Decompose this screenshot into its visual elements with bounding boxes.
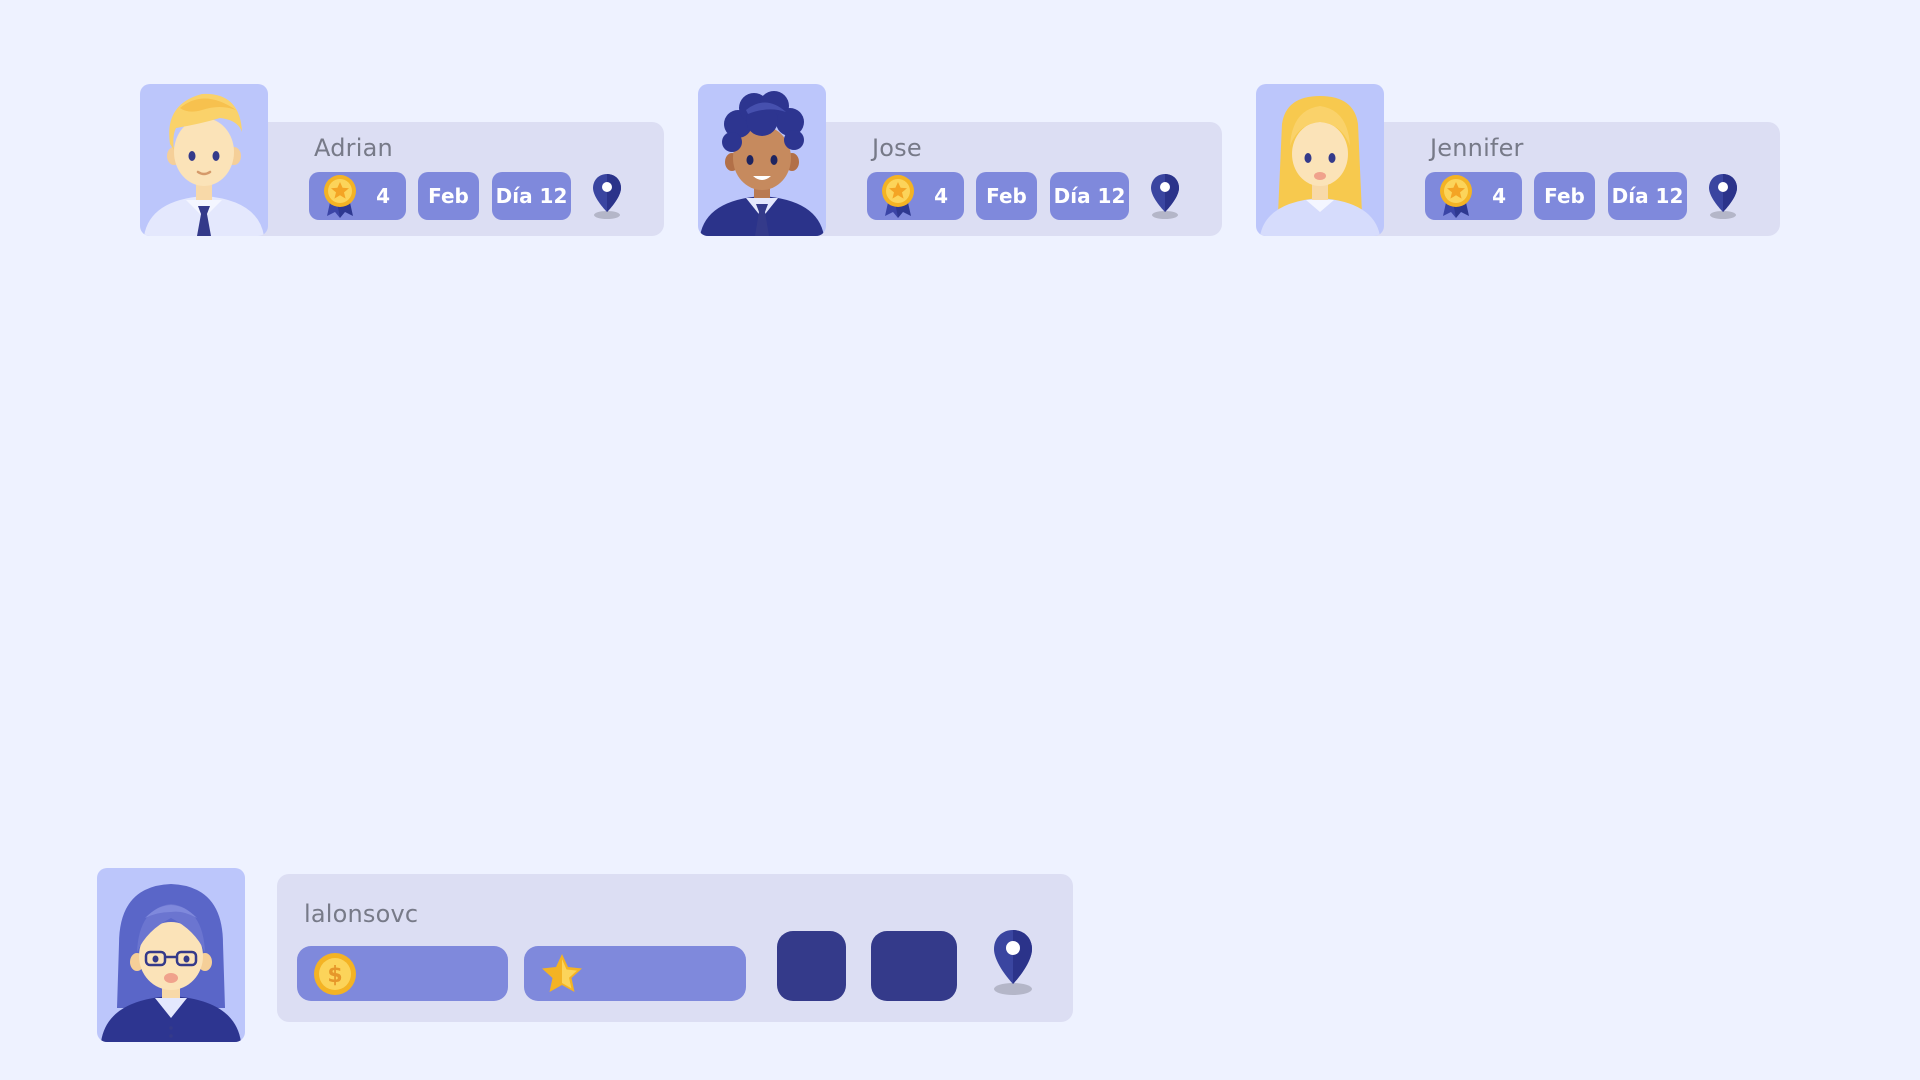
location-pin-icon[interactable] bbox=[992, 928, 1034, 996]
action-button-2[interactable] bbox=[871, 931, 957, 1001]
svg-text:$: $ bbox=[327, 963, 342, 988]
user-card-jose[interactable]: Jose 4 Feb Día 12 bbox=[698, 84, 1222, 236]
location-pin-icon[interactable] bbox=[591, 172, 623, 220]
gold-medal-icon bbox=[1440, 175, 1472, 218]
user-card-jennifer[interactable]: Jennifer 4 Feb Día 12 bbox=[1256, 84, 1780, 236]
action-button-1[interactable] bbox=[777, 931, 846, 1001]
day-chip[interactable]: Día 12 bbox=[1608, 172, 1687, 220]
avatar bbox=[1256, 84, 1384, 236]
star-icon bbox=[542, 954, 582, 992]
avatar bbox=[97, 868, 245, 1042]
gold-medal-icon bbox=[324, 175, 356, 218]
coins-bar[interactable]: $ bbox=[297, 946, 508, 1001]
user-card-adrian[interactable]: Adrian 4 Feb Día 12 bbox=[140, 84, 664, 236]
month-chip[interactable]: Feb bbox=[976, 172, 1037, 220]
avatar bbox=[140, 84, 268, 236]
location-pin-icon[interactable] bbox=[1149, 172, 1181, 220]
gold-medal-icon bbox=[882, 175, 914, 218]
month-chip[interactable]: Feb bbox=[418, 172, 479, 220]
medal-count-chip[interactable]: 4 bbox=[867, 172, 964, 220]
profile-card: lalonsovc $ bbox=[97, 868, 1073, 1042]
medal-count: 4 bbox=[934, 184, 948, 208]
medal-count: 4 bbox=[376, 184, 390, 208]
medal-count-chip[interactable]: 4 bbox=[1425, 172, 1522, 220]
profile-username: lalonsovc bbox=[304, 900, 419, 928]
dollar-coin-icon: $ bbox=[314, 953, 356, 995]
medal-count-chip[interactable]: 4 bbox=[309, 172, 406, 220]
avatar bbox=[698, 84, 826, 236]
user-name: Adrian bbox=[314, 134, 393, 162]
day-chip[interactable]: Día 12 bbox=[492, 172, 571, 220]
medal-count: 4 bbox=[1492, 184, 1506, 208]
user-name: Jose bbox=[872, 134, 922, 162]
stars-bar[interactable] bbox=[524, 946, 746, 1001]
location-pin-icon[interactable] bbox=[1707, 172, 1739, 220]
day-chip[interactable]: Día 12 bbox=[1050, 172, 1129, 220]
month-chip[interactable]: Feb bbox=[1534, 172, 1595, 220]
user-name: Jennifer bbox=[1430, 134, 1524, 162]
